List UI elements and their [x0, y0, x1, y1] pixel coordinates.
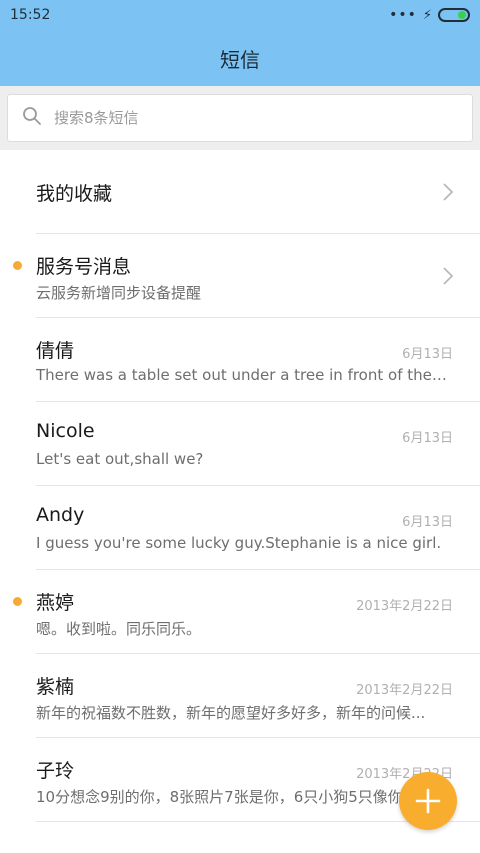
- item-name: 燕婷: [36, 592, 75, 614]
- item-preview: Let's eat out,shall we?: [36, 450, 204, 468]
- item-preview: There was a table set out under a tree i…: [36, 366, 450, 384]
- item-date: 6月13日: [402, 347, 453, 362]
- search-icon: [22, 106, 42, 130]
- dots-icon: •••: [389, 7, 417, 23]
- item-preview: 新年的祝福数不胜数，新年的愿望好多好多，新年的问候...: [36, 704, 426, 722]
- new-message-button[interactable]: [399, 772, 457, 830]
- item-date: 6月13日: [402, 515, 453, 530]
- battery-icon: [438, 8, 470, 22]
- item-name: Nicole: [36, 420, 95, 442]
- page-title: 短信: [220, 47, 260, 72]
- unread-dot: [13, 597, 22, 606]
- status-time: 15:52: [10, 7, 51, 23]
- item-preview: I guess you're some lucky guy.Stephanie …: [36, 534, 442, 552]
- list-item[interactable]: 燕婷 2013年2月22日 嗯。收到啦。同乐同乐。: [13, 570, 480, 654]
- search-input[interactable]: [54, 109, 434, 127]
- item-preview: 嗯。收到啦。同乐同乐。: [36, 620, 202, 638]
- list-item-favorites[interactable]: 我的收藏: [36, 150, 480, 234]
- item-date: 6月13日: [402, 431, 453, 446]
- item-name: 服务号消息: [36, 256, 132, 278]
- chevron-right-icon: [443, 267, 454, 285]
- list-item[interactable]: 紫楠 2013年2月22日 新年的祝福数不胜数，新年的愿望好多好多，新年的问候.…: [36, 654, 480, 738]
- item-name: 子玲: [36, 760, 75, 782]
- bolt-icon: ⚡: [422, 7, 432, 23]
- list-item[interactable]: Andy 6月13日 I guess you're some lucky guy…: [36, 486, 480, 570]
- item-preview: 云服务新增同步设备提醒: [36, 284, 202, 302]
- conversation-list: 我的收藏 服务号消息 云服务新增同步设备提醒 倩倩 6月13日 There wa…: [0, 150, 480, 822]
- item-name: Andy: [36, 504, 85, 526]
- search-box[interactable]: [7, 94, 473, 142]
- item-name: 紫楠: [36, 676, 75, 698]
- list-item[interactable]: 倩倩 6月13日 There was a table set out under…: [36, 318, 480, 402]
- unread-dot: [13, 261, 22, 270]
- item-date: 2013年2月22日: [356, 683, 453, 698]
- search-area: [0, 86, 480, 150]
- status-bar: 15:52 ••• ⚡: [0, 0, 480, 30]
- item-preview: 10分想念9别的你，8张照片7张是你，6只小狗5只像你: [36, 788, 403, 806]
- plus-icon: [415, 788, 441, 814]
- item-name: 倩倩: [36, 340, 75, 362]
- item-name: 我的收藏: [36, 183, 113, 205]
- app-header: 短信: [0, 30, 480, 86]
- item-date: 2013年2月22日: [356, 599, 453, 614]
- status-indicators: ••• ⚡: [389, 8, 470, 23]
- list-item[interactable]: Nicole 6月13日 Let's eat out,shall we?: [36, 402, 480, 486]
- list-item-service[interactable]: 服务号消息 云服务新增同步设备提醒: [13, 234, 480, 318]
- chevron-right-icon: [443, 183, 454, 201]
